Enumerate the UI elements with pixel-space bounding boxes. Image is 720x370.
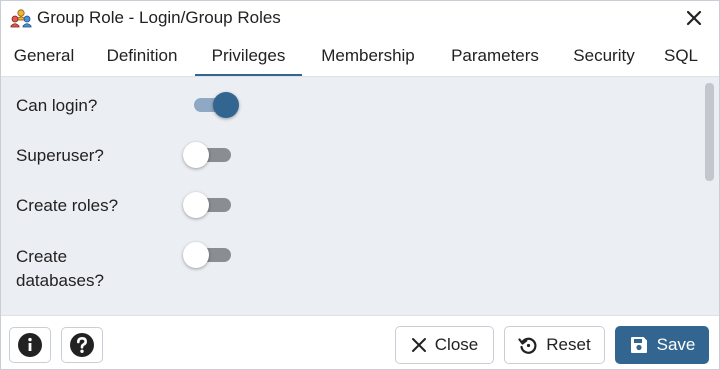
close-button-label: Close bbox=[434, 335, 479, 354]
reset-icon bbox=[518, 337, 537, 354]
close-icon[interactable] bbox=[683, 7, 705, 29]
close-button[interactable]: Close bbox=[395, 326, 494, 364]
help-icon bbox=[70, 333, 94, 357]
vertical-scrollbar[interactable] bbox=[701, 77, 719, 315]
group-role-icon bbox=[10, 9, 32, 28]
tab-sql[interactable]: SQL bbox=[653, 35, 709, 76]
save-button-label: Save bbox=[656, 335, 696, 354]
tab-membership[interactable]: Membership bbox=[304, 35, 432, 76]
create-databases-label-line1: Create bbox=[16, 247, 68, 266]
help-button[interactable] bbox=[61, 327, 103, 363]
close-icon bbox=[411, 338, 426, 352]
create-databases-toggle[interactable] bbox=[181, 239, 231, 269]
can-login-toggle[interactable] bbox=[190, 89, 240, 119]
tab-bar: General Definition Privileges Membership… bbox=[1, 35, 719, 77]
tab-definition[interactable]: Definition bbox=[89, 35, 195, 76]
privileges-panel: Can login? Superuser? Create roles? Crea… bbox=[1, 77, 701, 315]
dialog-title: Group Role - Login/Group Roles bbox=[37, 8, 281, 27]
create-roles-toggle[interactable] bbox=[181, 189, 231, 219]
reset-button[interactable]: Reset bbox=[504, 326, 605, 364]
save-icon bbox=[630, 337, 647, 353]
dialog-footer: Close Reset Save bbox=[1, 315, 719, 369]
tab-security[interactable]: Security bbox=[559, 35, 649, 76]
tab-parameters[interactable]: Parameters bbox=[435, 35, 555, 76]
tab-general[interactable]: General bbox=[1, 35, 87, 76]
superuser-toggle[interactable] bbox=[181, 139, 231, 169]
create-roles-label: Create roles? bbox=[16, 196, 119, 215]
superuser-label: Superuser? bbox=[16, 146, 104, 165]
create-databases-label-line2: databases? bbox=[16, 271, 104, 290]
save-button[interactable]: Save bbox=[615, 326, 709, 364]
info-icon bbox=[18, 333, 42, 357]
scrollbar-thumb[interactable] bbox=[705, 83, 714, 181]
tab-privileges[interactable]: Privileges bbox=[195, 35, 302, 76]
create-databases-label: Create databases? bbox=[16, 245, 104, 293]
group-role-dialog: Group Role - Login/Group Roles General D… bbox=[0, 0, 720, 370]
info-button[interactable] bbox=[9, 327, 51, 363]
can-login-label: Can login? bbox=[16, 96, 98, 115]
reset-button-label: Reset bbox=[546, 335, 591, 354]
title-bar: Group Role - Login/Group Roles bbox=[1, 1, 719, 35]
